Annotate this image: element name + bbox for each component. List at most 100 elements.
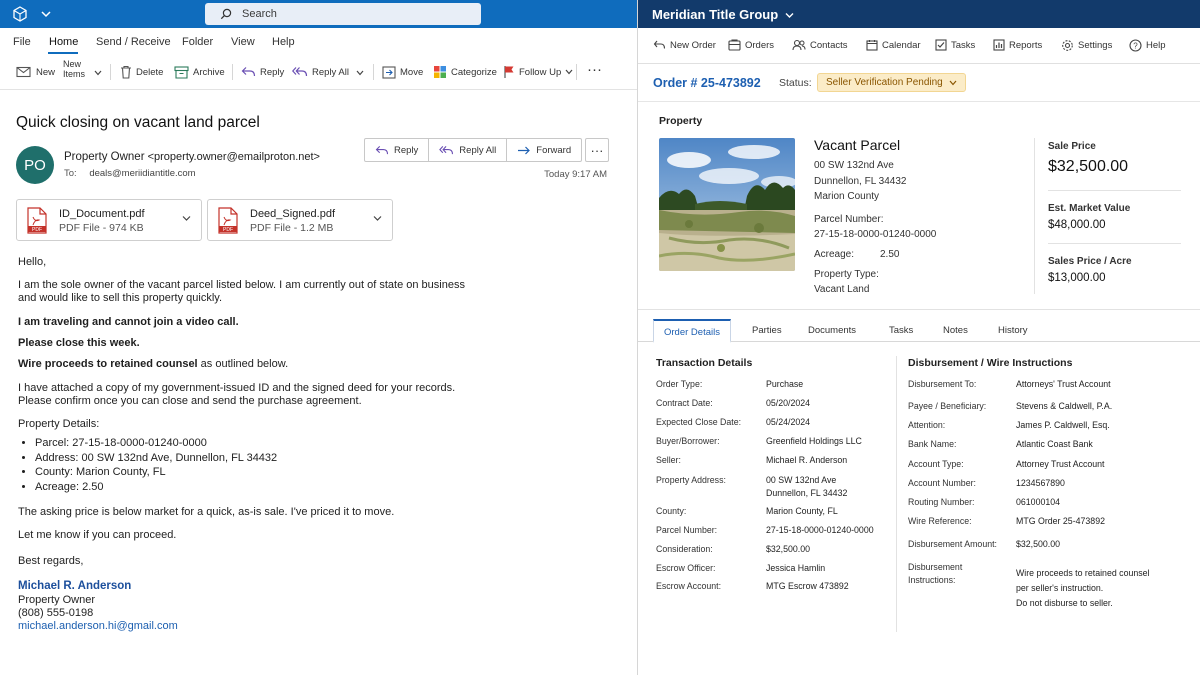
pdf-icon: PDF [27, 207, 47, 234]
attachment-id-document[interactable]: PDF ID_Document.pdf PDF File - 974 KB [16, 199, 202, 241]
nav-label: Help [1146, 40, 1166, 51]
field-label: Payee / Beneficiary: [908, 401, 987, 411]
status-badge[interactable]: Seller Verification Pending [817, 73, 966, 92]
outlook-window: File Home Send / Receive Folder View Hel… [0, 0, 638, 675]
forward-icon [518, 146, 531, 154]
forward-button-label: Forward [536, 144, 572, 156]
brand-menu[interactable]: Meridian Title Group [652, 7, 794, 22]
signature-name: Michael R. Anderson [18, 580, 132, 592]
list-item: Acreage: 2.50 [35, 480, 277, 495]
chevron-down-icon[interactable] [94, 70, 102, 76]
new-items-button[interactable]: New Items [63, 59, 85, 79]
tab-notes[interactable]: Notes [943, 325, 968, 336]
tab-view[interactable]: View [231, 36, 255, 48]
chevron-down-icon[interactable] [373, 215, 382, 222]
field-value: Atlantic Coast Bank [1016, 439, 1093, 449]
search-input[interactable] [242, 6, 462, 22]
status-value: Seller Verification Pending [826, 77, 943, 88]
more-options-icon[interactable]: ··· [587, 59, 602, 79]
chevron-down-icon[interactable] [356, 70, 364, 76]
field-value: 061000104 [1016, 497, 1061, 507]
chevron-down-icon[interactable] [182, 215, 191, 222]
ribbon-divider [232, 64, 233, 80]
nav-help[interactable]: ? Help [1129, 39, 1166, 52]
outlook-titlebar [0, 0, 637, 28]
parcel-label: Parcel Number: [814, 214, 884, 225]
property-photo[interactable] [659, 138, 795, 271]
to-address[interactable]: deals@meriidiantitle.com [89, 168, 195, 179]
sender-name[interactable]: Property Owner [64, 151, 145, 163]
nav-calendar[interactable]: Calendar [866, 39, 921, 51]
list-item: Address: 00 SW 132nd Ave, Dunnellon, FL … [35, 451, 277, 466]
reply-all-button[interactable]: Reply All [429, 139, 508, 161]
svg-text:PDF: PDF [32, 227, 42, 233]
follow-up-button[interactable]: Follow Up [503, 62, 573, 82]
forward-button[interactable]: Forward [507, 139, 581, 161]
nav-settings[interactable]: Settings [1061, 39, 1112, 52]
attachment-name: Deed_Signed.pdf [250, 208, 336, 220]
avatar[interactable]: PO [16, 146, 54, 184]
ribbon-reply-button[interactable]: Reply [241, 62, 284, 82]
tab-tasks[interactable]: Tasks [889, 325, 913, 336]
tab-file[interactable]: File [13, 36, 31, 48]
body-paragraph: Let me know if you can proceed. [18, 529, 177, 541]
field-value: Marion County, FL [766, 506, 838, 516]
reply-button[interactable]: Reply [365, 139, 430, 161]
delete-button[interactable]: Delete [120, 62, 163, 82]
field-label: Routing Number: [908, 497, 975, 507]
nav-new-order[interactable]: New Order [653, 39, 716, 51]
signature-email-link[interactable]: michael.anderson.hi@gmail.com [18, 620, 178, 633]
archive-button[interactable]: Archive [174, 62, 225, 82]
sender-line: Property Owner <property.owner@emailprot… [64, 151, 320, 163]
categorize-button[interactable]: Categorize [433, 62, 497, 82]
acreage-value: 2.50 [880, 249, 900, 260]
property-name: Vacant Parcel [814, 137, 901, 153]
field-value: 27-15-18-0000-01240-0000 [766, 525, 874, 535]
nav-tasks[interactable]: Tasks [935, 39, 975, 51]
field-label: Account Type: [908, 459, 964, 469]
sale-price-label: Sale Price [1048, 141, 1096, 152]
field-value: Purchase [766, 379, 804, 389]
divider [1048, 243, 1181, 244]
tab-folder[interactable]: Folder [182, 36, 213, 48]
nav-contacts[interactable]: Contacts [792, 39, 848, 51]
nav-orders[interactable]: Orders [728, 39, 774, 51]
tab-documents[interactable]: Documents [808, 325, 856, 336]
ribbon-reply-all-button[interactable]: Reply All [292, 62, 349, 82]
tab-send-receive[interactable]: Send / Receive [96, 36, 171, 48]
tab-parties[interactable]: Parties [752, 325, 782, 336]
message-time: Today 9:17 AM [544, 169, 607, 180]
new-mail-button[interactable]: New [16, 62, 55, 82]
delete-label: Delete [136, 66, 164, 78]
new-mail-icon [16, 66, 31, 78]
tab-history[interactable]: History [998, 325, 1028, 336]
field-value: Jessica Hamlin [766, 563, 826, 573]
body-paragraph: I have attached a copy of my government-… [18, 382, 456, 394]
main-nav: New Order Orders Contacts Calendar Tasks… [638, 28, 1200, 64]
property-type-label: Property Type: [814, 269, 879, 280]
move-button[interactable]: Move [382, 62, 423, 82]
list-item: Parcel: 27-15-18-0000-01240-0000 [35, 436, 277, 451]
nav-reports[interactable]: Reports [993, 39, 1042, 51]
field-label: Wire Reference: [908, 516, 972, 526]
more-actions-button[interactable]: ··· [585, 138, 609, 162]
field-value: $32,500.00 [1016, 539, 1061, 549]
delete-icon [121, 65, 131, 79]
chevron-down-icon[interactable] [40, 8, 52, 20]
divider [896, 356, 897, 632]
field-value: 05/24/2024 [766, 417, 811, 427]
field-label: Escrow Account: [656, 581, 722, 591]
search-box[interactable] [205, 3, 481, 25]
attachment-deed[interactable]: PDF Deed_Signed.pdf PDF File - 1.2 MB [207, 199, 393, 241]
field-label: Escrow Officer: [656, 563, 716, 573]
field-label: County: [656, 506, 687, 516]
tab-help[interactable]: Help [272, 36, 295, 48]
field-label: Buyer/Borrower: [656, 436, 720, 446]
tab-home[interactable]: Home [49, 36, 78, 48]
signature-title: Property Owner [18, 594, 96, 606]
tab-order-details[interactable]: Order Details [653, 319, 731, 343]
chevron-down-icon [785, 13, 794, 19]
outlook-app-icon[interactable] [12, 6, 28, 22]
nav-label: Orders [745, 39, 775, 51]
body-wire-line: Wire proceeds to retained counsel as out… [18, 358, 288, 371]
